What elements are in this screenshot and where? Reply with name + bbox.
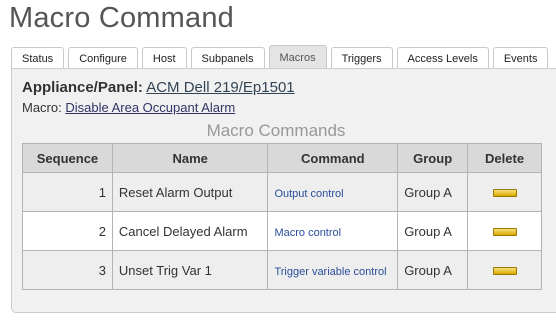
cell-sequence: 3 [22, 250, 113, 290]
tab-triggers[interactable]: Triggers [330, 47, 393, 69]
delete-icon[interactable] [492, 189, 517, 198]
cell-name: Unset Trig Var 1 [111, 250, 269, 290]
cell-group: Group A [397, 250, 469, 290]
header-sequence[interactable]: Sequence [22, 143, 113, 173]
tab-macros[interactable]: Macros [268, 45, 327, 69]
tab-bar: Status Configure Host Subpanels Macros T… [11, 45, 556, 69]
tab-configure[interactable]: Configure [68, 47, 138, 69]
appliance-line: Appliance/Panel: ACM Dell 219/Ep1501 [22, 79, 295, 96]
section-title: Macro Commands [206, 121, 346, 140]
table-row: 3 Unset Trig Var 1 Trigger variable cont… [22, 250, 542, 290]
command-link[interactable]: Macro control [274, 227, 341, 239]
cell-sequence: 1 [22, 172, 113, 212]
tab-status[interactable]: Status [11, 47, 65, 69]
command-link[interactable]: Trigger variable control [274, 266, 386, 278]
tab-events[interactable]: Events [492, 47, 549, 69]
tab-access-levels[interactable]: Access Levels [396, 47, 489, 69]
macro-link[interactable]: Disable Area Occupant Alarm [65, 100, 235, 115]
page-title: Macro Command [9, 2, 234, 34]
cell-name: Reset Alarm Output [111, 172, 269, 212]
cell-group: Group A [397, 172, 469, 212]
macro-line: Macro: Disable Area Occupant Alarm [22, 100, 235, 115]
macro-commands-table: Sequence Name Command Group Delete 1 Res… [22, 143, 542, 290]
delete-icon[interactable] [492, 228, 517, 237]
header-name[interactable]: Name [111, 143, 269, 173]
macro-label: Macro: [22, 100, 62, 115]
header-group[interactable]: Group [397, 143, 469, 173]
table-row: 2 Cancel Delayed Alarm Macro control Gro… [22, 211, 542, 251]
cell-delete [467, 250, 542, 290]
cell-delete [467, 211, 542, 251]
cell-delete [467, 172, 542, 212]
table-header-row: Sequence Name Command Group Delete [22, 143, 542, 173]
cell-command: Output control [267, 172, 399, 212]
header-command[interactable]: Command [267, 143, 399, 173]
content-panel: Appliance/Panel: ACM Dell 219/Ep1501 Mac… [11, 68, 556, 313]
cell-command: Macro control [267, 211, 399, 251]
cell-sequence: 2 [22, 211, 113, 251]
delete-icon[interactable] [492, 267, 517, 276]
table-row: 1 Reset Alarm Output Output control Grou… [22, 172, 542, 212]
cell-command: Trigger variable control [267, 250, 399, 290]
header-delete: Delete [467, 143, 542, 173]
tab-subpanels[interactable]: Subpanels [190, 47, 265, 69]
command-link[interactable]: Output control [274, 188, 343, 200]
cell-name: Cancel Delayed Alarm [111, 211, 269, 251]
tab-host[interactable]: Host [141, 47, 187, 69]
cell-group: Group A [397, 211, 469, 251]
appliance-link[interactable]: ACM Dell 219/Ep1501 [146, 79, 294, 96]
appliance-label: Appliance/Panel: [22, 79, 143, 96]
